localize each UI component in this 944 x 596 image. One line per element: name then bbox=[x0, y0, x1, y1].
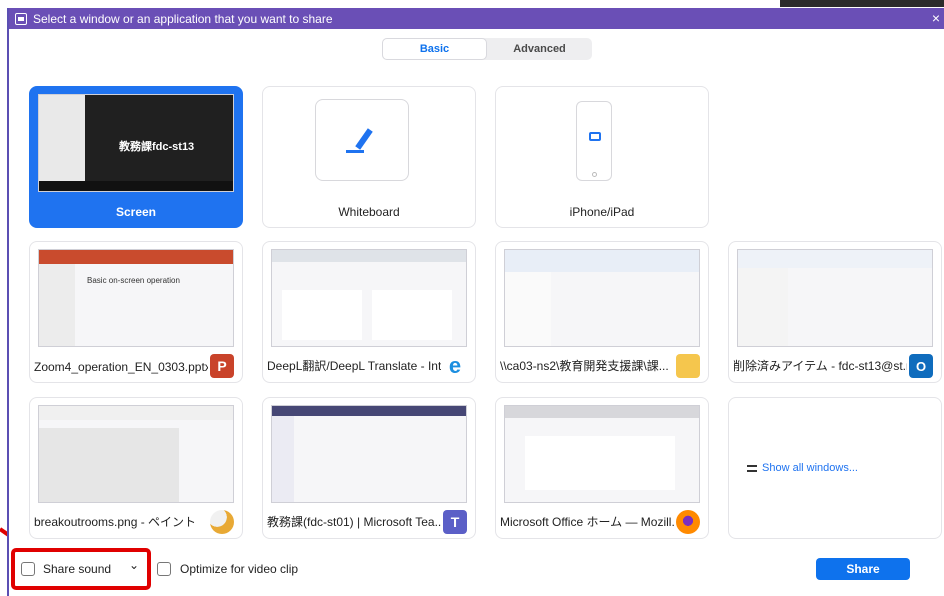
tile-window-powerpoint[interactable]: Basic on-screen operation Zoom4_operatio… bbox=[29, 241, 243, 383]
tile-label: \\ca03-ns2\教育開発支援課\課... bbox=[500, 359, 669, 373]
tab-advanced[interactable]: Advanced bbox=[487, 38, 592, 60]
tile-window-firefox[interactable]: Microsoft Office ホーム — Mozill... bbox=[495, 397, 709, 539]
tile-window-explorer[interactable]: \\ca03-ns2\教育開発支援課\課... bbox=[495, 241, 709, 383]
share-window: Select a window or an application that y… bbox=[7, 8, 944, 596]
window-thumbnail bbox=[271, 405, 467, 503]
share-sound-checkbox[interactable] bbox=[21, 562, 35, 576]
tile-screen[interactable]: 教務課fdc-st13 Screen bbox=[29, 86, 243, 228]
bottom-bar: Share sound ⌄ Optimize for video clip Sh… bbox=[9, 540, 944, 596]
close-icon[interactable]: × bbox=[932, 10, 940, 26]
window-thumbnail bbox=[504, 405, 700, 503]
tile-label: Screen bbox=[115, 205, 157, 219]
window-thumbnail bbox=[38, 405, 234, 503]
share-button[interactable]: Share bbox=[816, 558, 910, 580]
window-thumbnail bbox=[737, 249, 933, 347]
tile-label: iPhone/iPad bbox=[569, 205, 635, 219]
window-thumbnail: Basic on-screen operation bbox=[38, 249, 234, 347]
tile-window-deepl[interactable]: DeepL翻訳/DeepL Translate - Int... e bbox=[262, 241, 476, 383]
tile-whiteboard[interactable]: Whiteboard bbox=[262, 86, 476, 228]
share-sound-label: Share sound bbox=[43, 562, 112, 576]
show-all-windows[interactable]: Show all windows... bbox=[728, 397, 942, 539]
tile-window-paint[interactable]: breakoutrooms.png - ペイント bbox=[29, 397, 243, 539]
tile-label: breakoutrooms.png - ペイント bbox=[34, 515, 197, 529]
tile-label: Microsoft Office ホーム — Mozill... bbox=[500, 515, 674, 529]
background-window bbox=[780, 0, 944, 7]
share-window-icon bbox=[15, 12, 27, 25]
internet-explorer-icon: e bbox=[448, 353, 462, 378]
tile-window-outlook[interactable]: 削除済みアイテム - fdc-st13@st.ri... O bbox=[728, 241, 942, 383]
firefox-icon bbox=[676, 510, 700, 534]
tile-label: 教務課(fdc-st01) | Microsoft Tea... bbox=[267, 515, 441, 529]
whiteboard-window bbox=[315, 99, 409, 181]
expand-icon bbox=[747, 464, 757, 472]
screen-thumbnail: 教務課fdc-st13 bbox=[38, 94, 234, 192]
tile-iphone-ipad[interactable]: iPhone/iPad bbox=[495, 86, 709, 228]
tile-window-teams[interactable]: 教務課(fdc-st01) | Microsoft Tea... T bbox=[262, 397, 476, 539]
powerpoint-icon: P bbox=[210, 354, 234, 378]
title-bar: Select a window or an application that y… bbox=[9, 8, 944, 29]
optimize-video-label: Optimize for video clip bbox=[180, 562, 299, 576]
window-thumbnail bbox=[504, 249, 700, 347]
pen-icon bbox=[355, 128, 373, 150]
tile-label: DeepL翻訳/DeepL Translate - Int... bbox=[267, 359, 441, 373]
airplay-icon bbox=[589, 132, 601, 141]
phone-icon bbox=[576, 101, 612, 181]
window-thumbnail bbox=[271, 249, 467, 347]
paint-icon bbox=[210, 510, 234, 534]
tile-label: 削除済みアイテム - fdc-st13@st.ri... bbox=[733, 359, 907, 373]
outlook-icon: O bbox=[909, 354, 933, 378]
chevron-down-icon[interactable]: ⌄ bbox=[129, 558, 139, 572]
folder-icon bbox=[676, 354, 700, 378]
share-tabs: Basic Advanced bbox=[382, 38, 592, 60]
screen-thumb-text: 教務課fdc-st13 bbox=[119, 141, 195, 153]
tab-basic[interactable]: Basic bbox=[382, 38, 487, 60]
window-title: Select a window or an application that y… bbox=[33, 11, 333, 26]
tile-label: Whiteboard bbox=[338, 205, 400, 219]
tile-label: Zoom4_operation_EN_0303.pptx ... bbox=[34, 360, 208, 374]
show-all-label: Show all windows... bbox=[762, 462, 858, 474]
optimize-video-checkbox[interactable] bbox=[157, 562, 171, 576]
teams-icon: T bbox=[443, 510, 467, 534]
